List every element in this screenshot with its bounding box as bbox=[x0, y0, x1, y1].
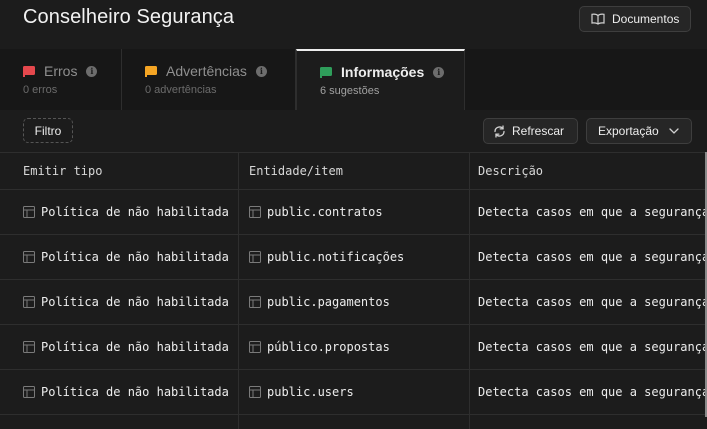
toolbar: Filtro Refrescar Exportação bbox=[0, 110, 707, 152]
issue-type-cell: Política de não habilitada bbox=[0, 280, 238, 324]
tab-count: 6 sugestões bbox=[320, 85, 380, 97]
entity-name: public.pagamentos bbox=[267, 295, 390, 309]
table-row[interactable]: Política de não habilitada public.contrat… bbox=[0, 189, 707, 234]
issue-type: Política de não habilitada bbox=[41, 295, 229, 309]
description-cell: Detecta casos em que a segurança bbox=[469, 280, 707, 324]
column-header[interactable]: Descrição bbox=[469, 153, 707, 189]
issues-table: Emitir tipo Entidade/item Descrição Polí… bbox=[0, 152, 707, 429]
flag-icon bbox=[145, 65, 157, 77]
table-icon bbox=[23, 296, 35, 308]
refresh-button[interactable]: Refrescar bbox=[483, 118, 578, 144]
refresh-label: Refrescar bbox=[512, 124, 565, 138]
table-row[interactable]: Política de não habilitada public.pagamen… bbox=[0, 279, 707, 324]
description-text: Detecta casos em que a segurança bbox=[478, 340, 707, 354]
filter-button[interactable]: Filtro bbox=[23, 118, 73, 143]
table-icon bbox=[249, 341, 261, 353]
issue-type: Política de não habilitada bbox=[41, 385, 229, 399]
table-icon bbox=[249, 386, 261, 398]
table-row[interactable]: Política de não habilitada public.notific… bbox=[0, 234, 707, 279]
documents-label: Documentos bbox=[612, 12, 680, 26]
description-cell: Detecta casos em que a segurança bbox=[469, 370, 707, 414]
description-text: Detecta casos em que a segurança bbox=[478, 205, 707, 219]
advisor-tabs: Erros i 0 erros Advertências i 0 advertê… bbox=[0, 49, 707, 110]
table-icon bbox=[23, 251, 35, 263]
description-text: Detecta casos em que a segurança bbox=[478, 250, 707, 264]
entity-cell: public.pagamentos bbox=[238, 280, 469, 324]
entity-cell: public.users bbox=[238, 370, 469, 414]
description-cell: Detecta casos em que a segurança bbox=[469, 325, 707, 369]
book-open-icon bbox=[591, 13, 605, 25]
description-text: Detecta casos em que a segurança bbox=[478, 295, 707, 309]
entity-name: public.notificações bbox=[267, 250, 405, 264]
description-cell: Detecta casos em que a segurança bbox=[469, 190, 707, 234]
chevron-down-icon bbox=[669, 128, 679, 134]
refresh-icon bbox=[493, 124, 506, 138]
tab-count: 0 erros bbox=[23, 84, 58, 96]
tab-errors[interactable]: Erros i 0 erros bbox=[0, 49, 122, 110]
issue-type-cell: Política de não habilitada bbox=[0, 190, 238, 234]
table-icon bbox=[23, 386, 35, 398]
issue-type: Política de não habilitada bbox=[41, 205, 229, 219]
tab-label: Informações bbox=[341, 64, 425, 80]
flag-icon bbox=[23, 65, 35, 77]
issue-type-cell: Política de não habilitada bbox=[0, 370, 238, 414]
description-cell: Detecta casos em que a segurança bbox=[469, 235, 707, 279]
tab-label: Advertências bbox=[166, 63, 247, 79]
entity-name: público.propostas bbox=[267, 340, 390, 354]
table-icon bbox=[23, 206, 35, 218]
table-header: Emitir tipo Entidade/item Descrição bbox=[0, 152, 707, 189]
export-dropdown[interactable]: Exportação bbox=[586, 118, 692, 144]
documents-button[interactable]: Documentos bbox=[579, 6, 691, 32]
issue-type-cell: Política de não habilitada bbox=[0, 325, 238, 369]
entity-cell: public.notificações bbox=[238, 235, 469, 279]
tab-count: 0 advertências bbox=[145, 84, 217, 96]
export-label: Exportação bbox=[598, 124, 659, 138]
tab-warnings[interactable]: Advertências i 0 advertências bbox=[122, 49, 296, 110]
tab-label: Erros bbox=[44, 63, 78, 79]
table-icon bbox=[249, 251, 261, 263]
info-icon[interactable]: i bbox=[86, 65, 98, 77]
entity-name: public.contratos bbox=[267, 205, 383, 219]
info-icon[interactable]: i bbox=[255, 65, 267, 77]
table-row[interactable]: Política de não habilitada public.users De… bbox=[0, 369, 707, 414]
column-header[interactable]: Emitir tipo bbox=[0, 153, 238, 189]
page-title: Conselheiro Segurança bbox=[23, 6, 235, 28]
tab-information[interactable]: Informações i 6 sugestões bbox=[296, 49, 465, 110]
table-row[interactable]: Política de não habilitada público.propos… bbox=[0, 324, 707, 369]
flag-icon bbox=[320, 66, 332, 78]
issue-type-cell: Política de não habilitada bbox=[0, 235, 238, 279]
info-icon[interactable]: i bbox=[433, 66, 445, 78]
column-header[interactable]: Entidade/item bbox=[238, 153, 469, 189]
entity-cell: público.propostas bbox=[238, 325, 469, 369]
page-header: Conselheiro Segurança Documentos bbox=[0, 0, 707, 49]
entity-name: public.users bbox=[267, 385, 354, 399]
table-icon bbox=[249, 206, 261, 218]
table-icon bbox=[249, 296, 261, 308]
issue-type: Política de não habilitada bbox=[41, 250, 229, 264]
description-text: Detecta casos em que a segurança bbox=[478, 385, 707, 399]
table-icon bbox=[23, 341, 35, 353]
entity-cell: public.contratos bbox=[238, 190, 469, 234]
issue-type: Política de não habilitada bbox=[41, 340, 229, 354]
